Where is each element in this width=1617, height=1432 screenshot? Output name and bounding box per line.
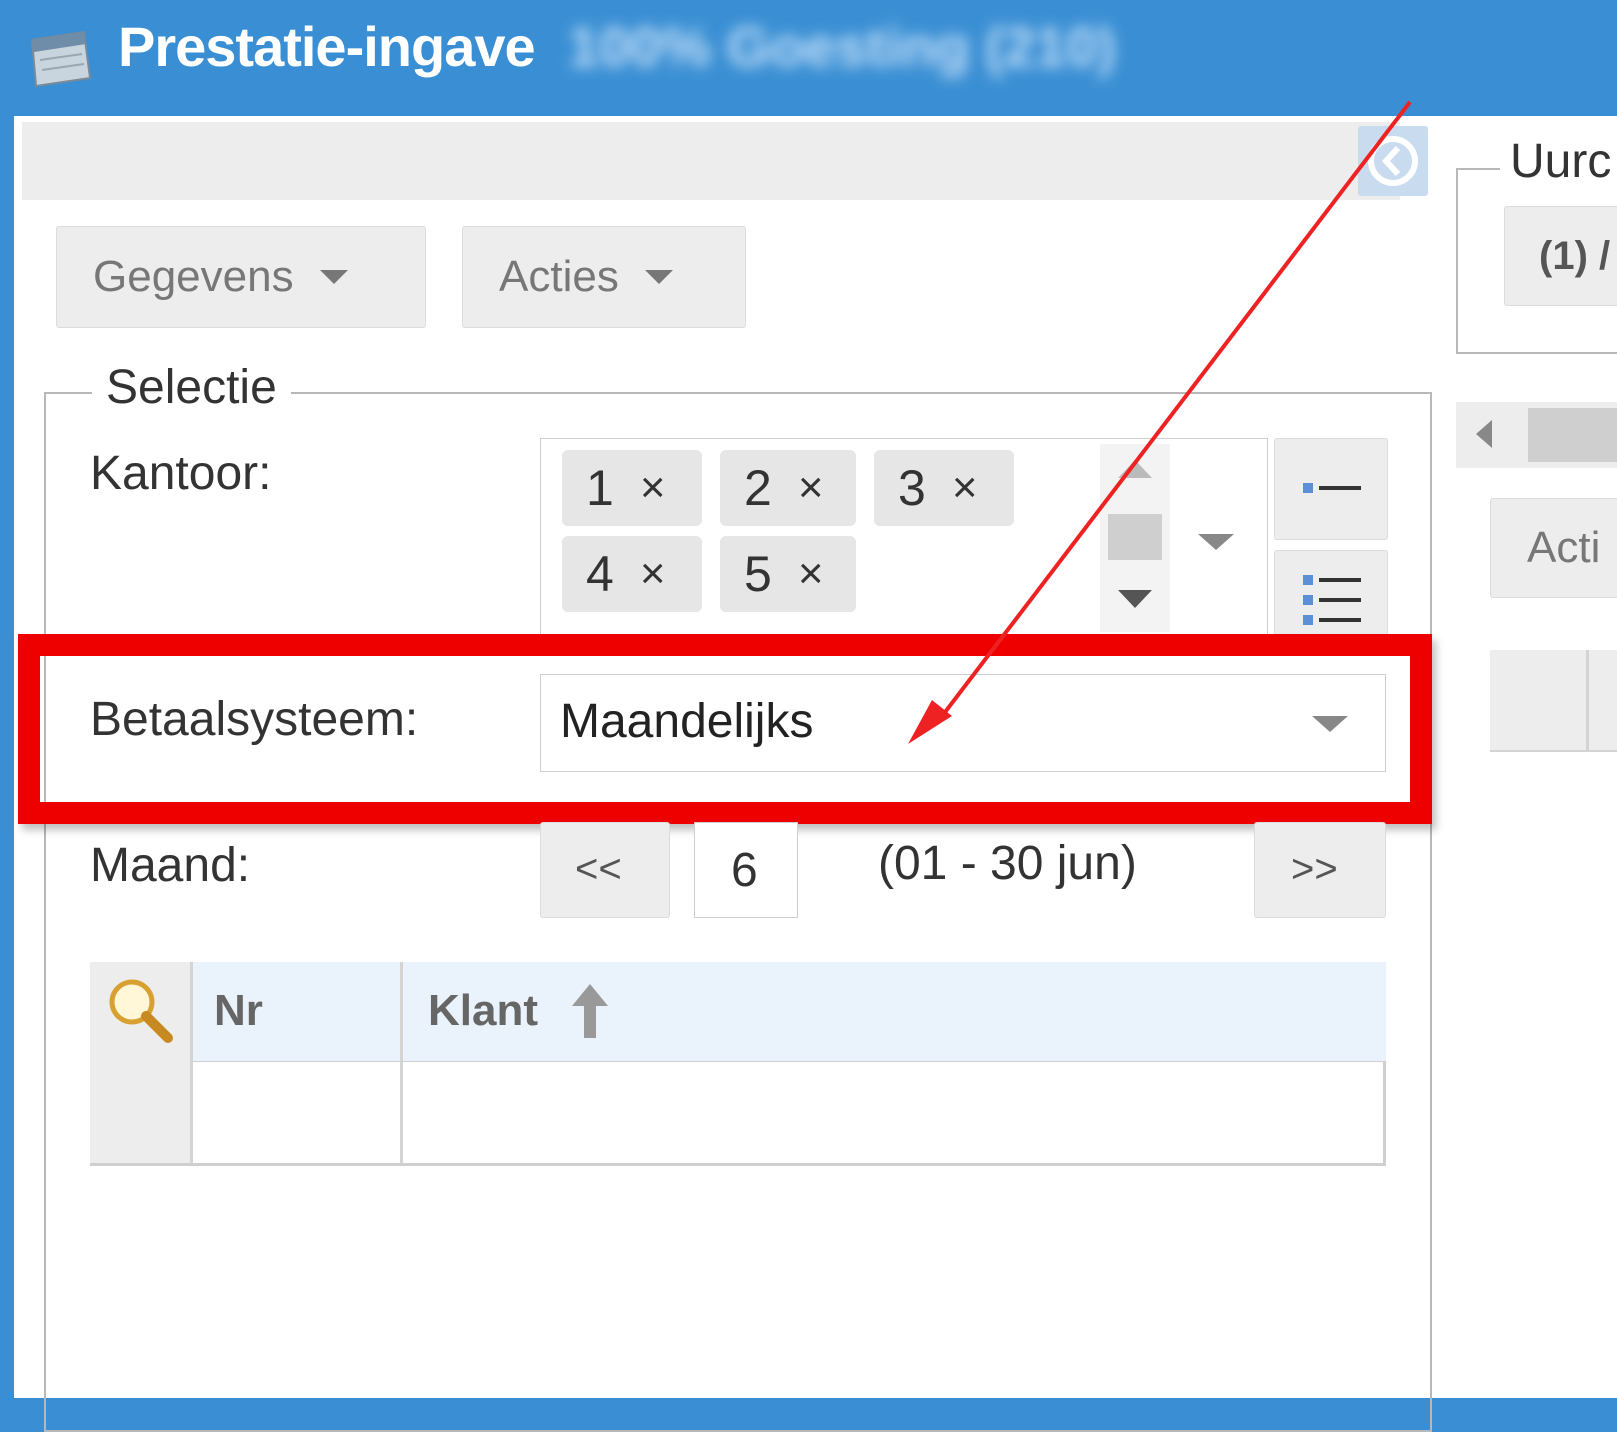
scroll-up-icon[interactable] (1118, 458, 1152, 480)
select-all-button[interactable] (1274, 550, 1388, 638)
list-icon (1303, 575, 1361, 625)
scroll-left-icon[interactable] (1476, 420, 1492, 448)
panel-header-strip (22, 122, 1400, 200)
kantoor-tag[interactable]: 2 × (720, 450, 856, 526)
highlight-annotation-box (18, 634, 1432, 824)
grid-border (1383, 1062, 1386, 1166)
kantoor-tag[interactable]: 4 × (562, 536, 702, 612)
grid-header (190, 962, 1386, 1062)
gegevens-label: Gegevens (93, 252, 294, 301)
selectie-legend: Selectie (92, 360, 291, 415)
grid-border (90, 1163, 1386, 1166)
acties-label: Acties (499, 252, 619, 301)
previous-month-button[interactable]: << (540, 822, 670, 918)
maand-input[interactable]: 6 (694, 822, 798, 918)
kantoor-tag[interactable]: 3 × (874, 450, 1014, 526)
scroll-down-icon[interactable] (1118, 588, 1152, 610)
remove-tag-icon[interactable]: × (640, 549, 666, 599)
remove-tag-icon[interactable]: × (952, 463, 978, 513)
column-divider (190, 962, 193, 1166)
chevron-down-icon[interactable] (1198, 532, 1234, 552)
right-grid-header (1490, 650, 1617, 752)
search-icon[interactable] (104, 974, 176, 1046)
uren-legend: Uurc (1500, 134, 1617, 189)
window-title-context: 100% Goesting (210) (568, 15, 1116, 78)
acties-menu-button[interactable]: Acties (462, 226, 746, 328)
scroll-thumb[interactable] (1528, 408, 1617, 462)
gegevens-menu-button[interactable]: Gegevens (56, 226, 426, 328)
window-title: Prestatie-ingave (118, 15, 536, 78)
kantoor-scrollbar[interactable] (1100, 444, 1170, 632)
scroll-thumb[interactable] (1108, 514, 1162, 560)
chevron-down-icon (319, 270, 348, 284)
maand-label: Maand: (90, 839, 251, 892)
column-header-nr[interactable]: Nr (214, 986, 263, 1036)
remove-tag-icon[interactable]: × (798, 549, 824, 599)
acties-right-button[interactable]: Acti (1490, 498, 1617, 598)
column-divider (1586, 650, 1589, 750)
maand-range: (01 - 30 jun) (878, 837, 1137, 890)
sort-ascending-icon[interactable] (570, 982, 610, 1040)
uren-item-button[interactable]: (1) / (1504, 206, 1617, 306)
kantoor-tag[interactable]: 1 × (562, 450, 702, 526)
chevron-down-icon (644, 270, 673, 284)
remove-tag-icon[interactable]: × (798, 463, 824, 513)
remove-tag-icon[interactable]: × (640, 463, 666, 513)
kantoor-label: Kantoor: (90, 447, 272, 500)
column-divider (400, 962, 403, 1166)
next-month-button[interactable]: >> (1254, 822, 1386, 918)
column-header-klant[interactable]: Klant (428, 986, 538, 1036)
kantoor-tag[interactable]: 5 × (720, 536, 856, 612)
calendar-app-icon (30, 30, 92, 88)
table-row[interactable] (190, 1062, 1386, 1166)
select-none-button[interactable] (1274, 438, 1388, 540)
deselect-all-icon (1303, 483, 1361, 493)
collapse-panel-button[interactable] (1358, 126, 1428, 196)
